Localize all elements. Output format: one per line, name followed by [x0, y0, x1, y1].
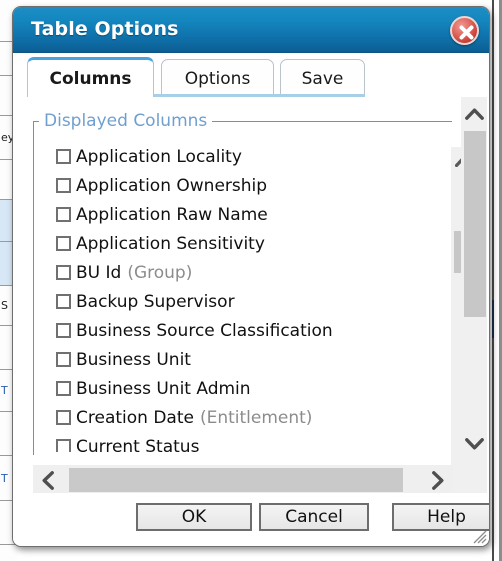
close-circle-icon[interactable] [450, 16, 479, 45]
checkbox-icon[interactable] [56, 439, 71, 452]
column-list-item-label: Business Unit Admin [76, 378, 251, 399]
checkbox-icon[interactable] [56, 381, 71, 396]
checkbox-icon[interactable] [56, 323, 71, 338]
cancel-button[interactable]: Cancel [259, 503, 369, 531]
checkbox-icon[interactable] [56, 178, 71, 193]
column-list-item-label: Business Unit [76, 349, 191, 370]
tab-save[interactable]: Save [280, 59, 365, 97]
resize-grip[interactable] [473, 530, 487, 544]
tab-options-label: Options [184, 68, 251, 89]
column-list-item-label: Business Source Classification [76, 320, 333, 341]
chevron-down-icon[interactable] [461, 431, 487, 457]
tab-save-label: Save [301, 68, 344, 89]
ok-button-label: OK [181, 507, 207, 527]
column-list-item[interactable]: Application Raw Name [34, 200, 451, 229]
column-list-item[interactable]: Application Ownership [34, 171, 451, 200]
column-list-item[interactable]: Business Source Classification [34, 316, 451, 345]
column-list-item-label: Application Ownership [76, 175, 268, 196]
column-list-item-label: Application Sensitivity [76, 233, 265, 254]
column-list-item[interactable]: Application Locality [34, 142, 451, 171]
column-list-item[interactable]: Creation Date (Entitlement) [34, 403, 451, 432]
column-checkbox-list[interactable]: Application Locality Application Ownershi… [34, 142, 451, 452]
column-list-item-label: Application Raw Name [76, 204, 268, 225]
checkbox-icon[interactable] [56, 410, 71, 425]
column-list-item-label: Application Locality [76, 146, 242, 167]
cancel-button-label: Cancel [285, 507, 343, 527]
background-vertical-rule [492, 0, 494, 561]
column-list-item[interactable]: Business Unit Admin [34, 374, 451, 403]
column-list-item-label: Backup Supervisor [76, 291, 235, 312]
chevron-right-icon[interactable] [423, 465, 453, 495]
background-scrollbar-thumb [492, 300, 494, 338]
column-list-item-label: Creation Date [76, 407, 194, 428]
checkbox-icon[interactable] [56, 352, 71, 367]
checkbox-icon[interactable] [56, 207, 71, 222]
list-horizontal-scrollbar[interactable] [33, 465, 453, 495]
column-list-item-suffix: (Group) [127, 262, 193, 283]
list-horizontal-scroll-thumb[interactable] [69, 468, 403, 492]
checkbox-icon[interactable] [56, 294, 71, 309]
tab-columns[interactable]: Columns [27, 57, 154, 97]
ok-button[interactable]: OK [136, 503, 252, 531]
column-list-item[interactable]: Current Status [34, 432, 451, 452]
panel-vertical-scrollbar[interactable] [461, 97, 487, 495]
chevron-left-icon[interactable] [33, 465, 63, 495]
panel-vertical-scroll-thumb[interactable] [464, 131, 486, 317]
help-button-label: Help [427, 507, 466, 527]
column-list-item[interactable]: Application Sensitivity [34, 229, 451, 258]
dialog-footer: OK Cancel Help [13, 493, 489, 546]
column-list-item[interactable]: Backup Supervisor [34, 287, 451, 316]
checkbox-icon[interactable] [56, 236, 71, 251]
table-options-dialog: Table Options Columns Options Save Displ… [12, 6, 490, 547]
chevron-up-icon[interactable] [461, 101, 487, 127]
tab-strip: Columns Options Save [13, 53, 489, 97]
tab-columns-label: Columns [49, 68, 132, 89]
checkbox-icon[interactable] [56, 265, 71, 280]
displayed-columns-legend: Displayed Columns [44, 111, 208, 131]
dialog-title: Table Options [31, 18, 179, 40]
tab-options[interactable]: Options [161, 59, 274, 97]
column-list-item-suffix: (Entitlement) [199, 407, 313, 428]
dialog-body: Displayed Columns Application Locality Ap… [13, 97, 489, 546]
dialog-titlebar[interactable]: Table Options [13, 7, 489, 53]
column-list-item-label: Current Status [76, 436, 200, 453]
help-button[interactable]: Help [392, 503, 489, 531]
checkbox-icon[interactable] [56, 149, 71, 164]
column-list-item[interactable]: Business Unit [34, 345, 451, 374]
column-list-item[interactable]: BU Id (Group) [34, 258, 451, 287]
column-list-item-label: BU Id [76, 262, 122, 283]
